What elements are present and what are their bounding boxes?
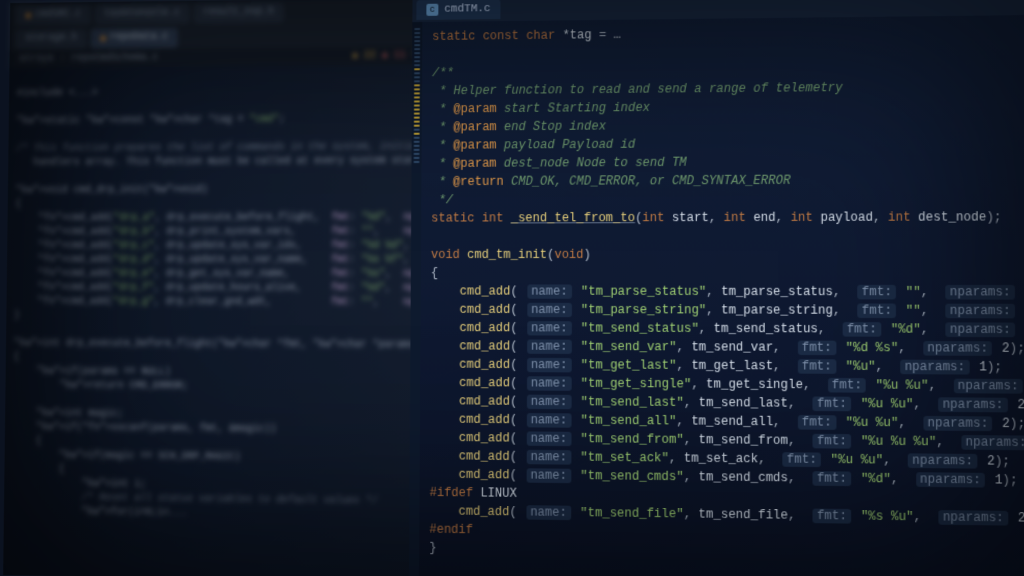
tab-taskconsole[interactable]: taskConsole.c [95, 4, 190, 25]
crumb-file: repoCmdSchema.c [71, 52, 158, 64]
code-line[interactable]: void cmd_tm_init(void) [431, 245, 1024, 264]
code-line[interactable]: cmd_add( name: "tm_parse_string", tm_par… [431, 301, 1024, 321]
tab-resultnsp[interactable]: result_nsp.h [194, 3, 284, 24]
tab-storage[interactable]: storage.h [15, 29, 86, 50]
code-line[interactable]: { [431, 264, 1024, 283]
c-file-icon [426, 4, 438, 16]
warning-badge[interactable]: ▲ 22 [352, 50, 376, 61]
tab-label: cmdTM.c [444, 3, 490, 16]
left-code-area[interactable]: #include <...> "kw">static "kw">const "k… [4, 64, 430, 530]
code-line[interactable]: */ [431, 189, 1024, 209]
tab-label: result_nsp.h [203, 3, 274, 24]
left-editor-pane: cmdSRC.c taskConsole.c result_nsp.h stor… [3, 0, 430, 576]
tab-cmdtm[interactable]: cmdTM.c [416, 0, 500, 20]
code-line[interactable]: * @param dest_node Node to send TM [431, 152, 1024, 173]
tab-repodata[interactable]: repoData.c [90, 28, 178, 49]
tab-cmdsrc[interactable]: cmdSRC.c [16, 5, 91, 26]
tab-label: storage.h [25, 29, 77, 49]
error-badge[interactable]: ▲ 11 [382, 50, 406, 61]
code-line[interactable] [431, 227, 1024, 246]
chevron-right-icon: › [59, 53, 65, 64]
code-area[interactable]: static const char *tag = … /** * Helper … [423, 15, 1024, 576]
editor: static const char *tag = … /** * Helper … [409, 15, 1024, 576]
right-editor-pane: cmdTM.c static const char *tag = … /** *… [409, 0, 1024, 576]
code-line[interactable]: * @return CMD_OK, CMD_ERROR, or CMD_SYNT… [431, 170, 1024, 191]
code-line[interactable]: cmd_add( name: "tm_parse_status", tm_par… [431, 282, 1024, 302]
code-line[interactable]: static int _send_tel_from_to(int start, … [431, 208, 1024, 228]
tab-label: taskConsole.c [104, 4, 180, 25]
code-line[interactable]: cmd_add( name: "tm_send_status", tm_send… [431, 319, 1024, 340]
crumb-folder: strsys [19, 53, 54, 64]
ide-window: cmdSRC.c taskConsole.c result_nsp.h stor… [3, 0, 1024, 576]
tab-label: cmdSRC.c [35, 5, 81, 25]
tab-label: repoData.c [110, 28, 168, 48]
